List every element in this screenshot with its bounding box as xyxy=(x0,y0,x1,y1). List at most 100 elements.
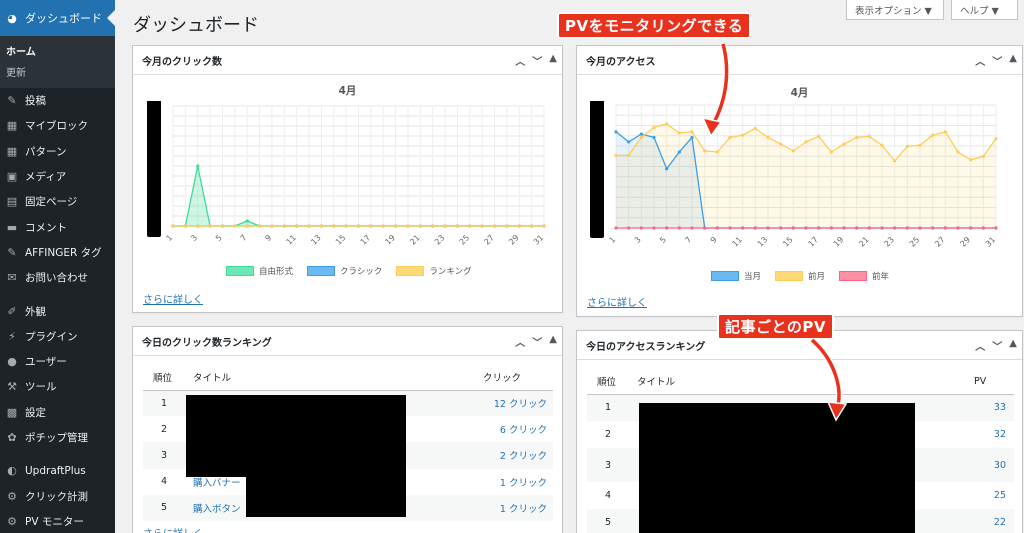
sidebar-item[interactable]: ▦ パターン xyxy=(0,139,115,164)
sidebar-item[interactable]: ▤ 固定ページ xyxy=(0,189,115,214)
sidebar-item[interactable]: ▬ コメント xyxy=(0,214,115,239)
toggle-icon[interactable]: ▲ xyxy=(1009,338,1017,353)
redaction-block xyxy=(186,395,406,477)
data-point xyxy=(208,224,212,228)
sidebar-item[interactable]: ▩ 設定 xyxy=(0,400,115,425)
data-point xyxy=(614,226,618,230)
x-tick-label: 11 xyxy=(731,235,745,249)
panel-title: 今日のアクセスランキング xyxy=(586,341,706,353)
sidebar-item[interactable]: ✎ 投稿 xyxy=(0,88,115,113)
sidebar-item[interactable]: ✎ AFFINGER タグ xyxy=(0,240,115,265)
data-point xyxy=(639,226,643,230)
toggle-icon[interactable]: ▲ xyxy=(1009,53,1017,68)
toggle-icon[interactable]: ▲ xyxy=(549,334,557,349)
legend-item[interactable]: 自由形式 xyxy=(226,265,293,277)
screen-options-button[interactable]: 表示オプション ▼ xyxy=(846,0,944,20)
data-point xyxy=(893,159,897,163)
wrench-icon: ⚒ xyxy=(7,380,17,394)
settings-icon: ▩ xyxy=(6,405,18,419)
move-down-icon[interactable]: ﹀ xyxy=(532,53,542,68)
sidebar-item[interactable]: ⚙ クリック計測 xyxy=(0,483,115,508)
sidebar-item[interactable]: ⚡ プラグイン xyxy=(0,324,115,349)
data-point xyxy=(779,142,783,146)
legend-item[interactable]: 前月 xyxy=(775,270,825,282)
redaction-block xyxy=(147,101,161,237)
data-point xyxy=(677,131,681,135)
x-tick-label: 1 xyxy=(607,235,617,245)
more-link[interactable]: さらに詳しく xyxy=(143,291,203,306)
data-point xyxy=(943,130,947,134)
data-point xyxy=(690,130,694,134)
sidebar-submenu: ホーム 更新 xyxy=(0,36,115,88)
toggle-icon[interactable]: ▲ xyxy=(549,53,557,68)
pv-cell[interactable]: 25 xyxy=(974,482,1014,509)
click-count-cell[interactable]: 1 クリック xyxy=(483,494,553,521)
rank-cell: 2 xyxy=(605,429,612,440)
sidebar-item[interactable]: ▣ メディア xyxy=(0,164,115,189)
x-tick-label: 7 xyxy=(239,233,249,243)
move-up-icon[interactable]: ︿ xyxy=(975,338,985,353)
more-link[interactable]: さらに詳しく xyxy=(587,294,647,309)
sidebar-item[interactable]: ● ユーザー xyxy=(0,349,115,374)
click-count-cell[interactable]: 6 クリック xyxy=(483,416,553,442)
data-point xyxy=(690,135,694,140)
data-point xyxy=(855,135,859,140)
pv-cell[interactable]: 32 xyxy=(974,421,1014,448)
data-point xyxy=(855,226,859,230)
click-count-cell[interactable]: 1 クリック xyxy=(483,469,553,495)
sidebar-item[interactable]: ✿ ポチップ管理 xyxy=(0,425,115,450)
pv-cell[interactable]: 30 xyxy=(974,448,1014,482)
more-link[interactable]: さらに詳しく xyxy=(143,525,203,533)
move-up-icon[interactable]: ︿ xyxy=(515,53,525,68)
col-title: タイトル xyxy=(637,369,974,395)
data-point xyxy=(804,140,808,144)
x-tick-label: 21 xyxy=(857,235,871,249)
x-tick-label: 27 xyxy=(933,235,947,249)
paw-icon: ✿ xyxy=(7,431,17,444)
sidebar-item[interactable]: ✉ お問い合わせ xyxy=(0,265,115,290)
panel-title: 今月のアクセス xyxy=(586,56,656,68)
sidebar-item-label: マイブロック xyxy=(25,120,88,133)
legend-item[interactable]: クラシック xyxy=(307,265,382,277)
panel-clicks-month: 今月のクリック数 ︿ ﹀ ▲ 4月 1 3 5 7 9 11 13 15 17 19 21 23 25 27 2… xyxy=(132,45,563,313)
pv-cell[interactable]: 22 xyxy=(974,509,1014,533)
pin-icon: ✎ xyxy=(7,245,17,259)
legend-item[interactable]: ランキング xyxy=(396,265,472,277)
sidebar-item[interactable]: ⚒ ツール xyxy=(0,374,115,399)
sidebar-item[interactable]: ▦ マイブロック xyxy=(0,113,115,138)
pv-cell[interactable]: 33 xyxy=(974,394,1014,421)
panel-header: 今月のアクセス ︿ ﹀ ▲ xyxy=(577,46,1022,75)
click-count-cell[interactable]: 12 クリック xyxy=(483,390,553,417)
data-point xyxy=(931,133,935,137)
x-tick-label: 11 xyxy=(285,233,299,247)
submenu-updates[interactable]: 更新 xyxy=(0,61,115,82)
sidebar-item-label: AFFINGER タグ xyxy=(25,246,102,259)
col-clicks: クリック xyxy=(483,365,553,391)
data-point xyxy=(703,226,707,230)
move-up-icon[interactable]: ︿ xyxy=(515,334,525,349)
help-button[interactable]: ヘルプ ▼ xyxy=(951,0,1018,20)
x-tick-label: 25 xyxy=(908,235,922,249)
move-down-icon[interactable]: ﹀ xyxy=(992,338,1002,353)
sidebar-item[interactable]: ◐ UpdraftPlus xyxy=(0,458,115,483)
comment-icon: ▬ xyxy=(6,220,18,234)
data-point xyxy=(753,226,757,230)
move-down-icon[interactable]: ﹀ xyxy=(532,334,542,349)
click-count-cell[interactable]: 2 クリック xyxy=(483,442,553,469)
submenu-home[interactable]: ホーム xyxy=(0,40,115,61)
sidebar-item-dashboard[interactable]: ◕ ダッシュボード xyxy=(0,0,115,36)
x-tick-label: 5 xyxy=(214,233,224,243)
data-point xyxy=(627,153,631,157)
move-down-icon[interactable]: ﹀ xyxy=(992,53,1002,68)
data-point xyxy=(766,226,770,230)
legend-item[interactable]: 当月 xyxy=(711,270,761,282)
sidebar-item[interactable]: ⚙ PV モニター xyxy=(0,509,115,533)
sidebar-item[interactable]: ✐ 外観 xyxy=(0,298,115,323)
data-point xyxy=(245,219,249,223)
access-chart: 1 3 5 7 9 11 13 15 17 19 21 23 25 27 29 31 xyxy=(590,101,998,249)
data-point xyxy=(418,224,422,228)
move-up-icon[interactable]: ︿ xyxy=(975,53,985,68)
legend-item[interactable]: 前年 xyxy=(839,270,889,282)
data-point xyxy=(880,143,884,147)
data-point xyxy=(817,226,821,230)
